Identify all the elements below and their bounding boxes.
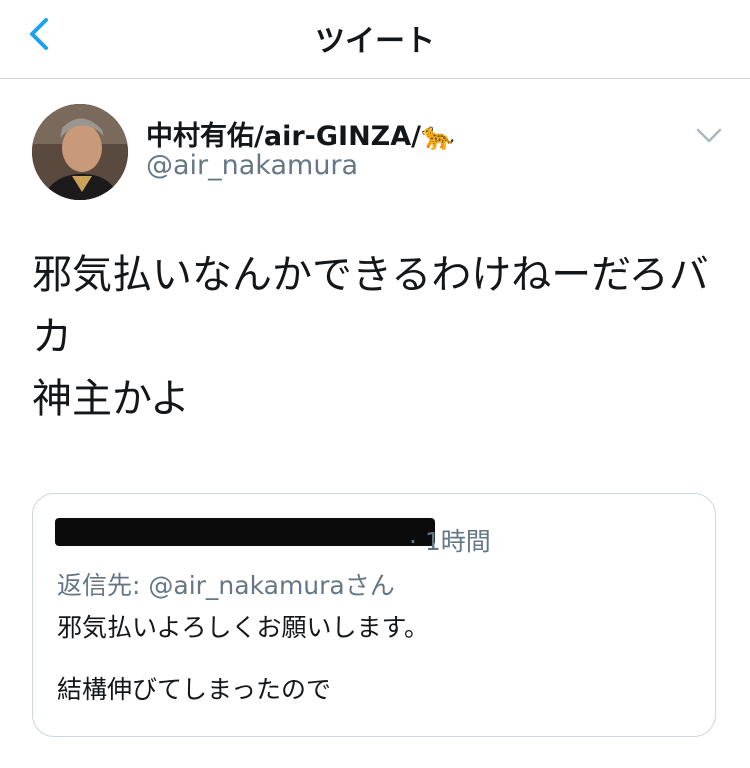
tweet-text: 邪気払いなんかできるわけねーだろバ カ 神主かよ bbox=[32, 252, 709, 422]
reply-suffix: さん bbox=[344, 571, 395, 600]
author-handle[interactable]: @air_nakamura bbox=[146, 150, 358, 181]
quoted-tweet-time: · 1時間 bbox=[409, 527, 491, 556]
author-name[interactable]: 中村有佑/air-GINZA/🐆 bbox=[146, 114, 455, 153]
page-title: ツイート bbox=[315, 24, 435, 59]
reply-mention[interactable]: @air_nakamura bbox=[148, 571, 344, 600]
quoted-tweet[interactable]: · 1時間 返信先: @air_nakamuraさん 邪気払いよろしくお願いしま… bbox=[32, 493, 716, 737]
navigation-bar: ツイート bbox=[0, 0, 750, 79]
reply-to-line: 返信先: @air_nakamuraさん bbox=[57, 566, 395, 602]
avatar[interactable] bbox=[32, 104, 128, 200]
quoted-tweet-text: 邪気払いよろしくお願いします。 結構伸びてしまったので bbox=[57, 613, 430, 704]
reply-prefix: 返信先: bbox=[57, 571, 149, 600]
more-options-button[interactable] bbox=[694, 124, 724, 148]
redacted-author bbox=[55, 518, 435, 546]
chevron-down-icon bbox=[696, 128, 722, 143]
avatar-photo bbox=[32, 104, 128, 200]
